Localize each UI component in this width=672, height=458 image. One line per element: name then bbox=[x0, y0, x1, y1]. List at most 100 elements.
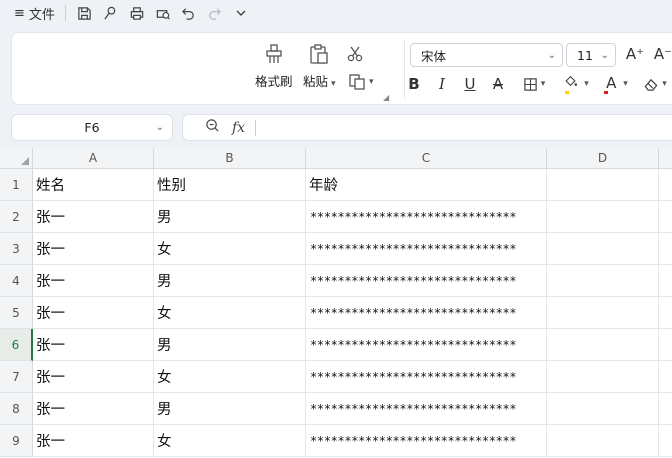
formula-bar: fx bbox=[182, 114, 672, 141]
column-header[interactable]: B bbox=[154, 148, 306, 169]
table-cell[interactable]: 张一 bbox=[33, 393, 154, 425]
column-header[interactable] bbox=[659, 148, 672, 169]
copy-icon bbox=[349, 74, 365, 90]
borders-button[interactable]: ▾ bbox=[517, 73, 551, 95]
table-cell[interactable]: ****************************** bbox=[306, 265, 547, 297]
row-header[interactable]: 1 bbox=[0, 169, 33, 201]
table-cell[interactable]: ****************************** bbox=[306, 201, 547, 233]
zoom-icon[interactable] bbox=[205, 118, 220, 137]
table-cell[interactable]: 张一 bbox=[33, 329, 154, 361]
underline-button[interactable]: U bbox=[460, 73, 480, 95]
table-cell[interactable] bbox=[547, 297, 659, 329]
cut-icon[interactable] bbox=[346, 45, 364, 63]
clear-button[interactable]: ▾ bbox=[638, 73, 672, 95]
italic-button[interactable]: I bbox=[432, 73, 452, 95]
formula-input[interactable] bbox=[256, 115, 672, 140]
table-cell[interactable]: ****************************** bbox=[306, 425, 547, 457]
strikethrough-button[interactable]: A bbox=[488, 73, 508, 95]
fill-color-button[interactable]: ▾ bbox=[559, 73, 593, 95]
table-cell[interactable] bbox=[659, 233, 672, 265]
font-name-select[interactable]: 宋体 ⌄ bbox=[410, 43, 563, 67]
italic-icon: I bbox=[439, 75, 445, 93]
table-cell[interactable] bbox=[547, 329, 659, 361]
row-header[interactable]: 4 bbox=[0, 265, 33, 297]
table-cell[interactable]: 性别 bbox=[154, 169, 306, 201]
table-cell[interactable]: 男 bbox=[154, 201, 306, 233]
row-header[interactable]: 5 bbox=[0, 297, 33, 329]
font-color-button[interactable]: A ▾ bbox=[598, 73, 632, 95]
row-header[interactable]: 6 bbox=[0, 329, 33, 361]
row-header[interactable]: 2 bbox=[0, 201, 33, 233]
file-menu-button[interactable]: ≡ 文件 bbox=[14, 2, 55, 24]
decrease-font-size-button[interactable]: A⁻ bbox=[650, 43, 672, 65]
table-cell[interactable] bbox=[547, 265, 659, 297]
table-cell[interactable]: 张一 bbox=[33, 425, 154, 457]
table-cell[interactable] bbox=[547, 361, 659, 393]
table-cell[interactable] bbox=[659, 425, 672, 457]
table-cell[interactable] bbox=[659, 169, 672, 201]
table-cell[interactable]: 张一 bbox=[33, 201, 154, 233]
export-pdf-icon[interactable] bbox=[98, 2, 124, 24]
row-header[interactable]: 7 bbox=[0, 361, 33, 393]
print-icon[interactable] bbox=[124, 2, 150, 24]
column-header[interactable]: C bbox=[306, 148, 547, 169]
table-cell[interactable] bbox=[659, 297, 672, 329]
print-preview-icon[interactable] bbox=[150, 2, 176, 24]
more-chevron-icon[interactable] bbox=[228, 2, 254, 24]
bold-button[interactable]: B bbox=[404, 73, 424, 95]
table-cell[interactable]: ****************************** bbox=[306, 361, 547, 393]
save-icon[interactable] bbox=[72, 2, 98, 24]
table-cell[interactable]: 男 bbox=[154, 329, 306, 361]
row-header[interactable]: 9 bbox=[0, 425, 33, 457]
increase-font-size-button[interactable]: A⁺ bbox=[622, 43, 648, 65]
row-header[interactable]: 8 bbox=[0, 393, 33, 425]
paste-label: 粘贴 ▾ bbox=[303, 74, 336, 89]
name-box[interactable]: F6 ⌄ bbox=[11, 114, 173, 141]
table-cell[interactable]: 张一 bbox=[33, 361, 154, 393]
bold-icon: B bbox=[408, 75, 420, 93]
ribbon-panel: 格式刷 粘贴 ▾ ▾ ◢ 宋体 ⌄ 11 ⌄ A⁺ A⁻ B I U A ▾ ▾… bbox=[11, 32, 672, 105]
table-cell[interactable]: 女 bbox=[154, 297, 306, 329]
copy-button[interactable]: ▾ bbox=[348, 73, 374, 91]
table-cell[interactable]: 女 bbox=[154, 361, 306, 393]
select-all-corner[interactable] bbox=[0, 148, 33, 169]
table-cell[interactable]: 男 bbox=[154, 393, 306, 425]
table-cell[interactable] bbox=[547, 201, 659, 233]
table-cell[interactable] bbox=[659, 201, 672, 233]
table-cell[interactable]: ****************************** bbox=[306, 393, 547, 425]
table-cell[interactable]: 女 bbox=[154, 233, 306, 265]
format-painter-button[interactable]: 格式刷 bbox=[255, 43, 293, 90]
column-header[interactable]: A bbox=[33, 148, 154, 169]
undo-icon[interactable] bbox=[176, 2, 202, 24]
row-header[interactable]: 3 bbox=[0, 233, 33, 265]
clipboard-dialog-launcher-icon[interactable]: ◢ bbox=[383, 93, 389, 102]
table-cell[interactable]: ****************************** bbox=[306, 233, 547, 265]
table-cell[interactable]: 姓名 bbox=[33, 169, 154, 201]
table-cell[interactable]: ****************************** bbox=[306, 329, 547, 361]
table-cell[interactable] bbox=[547, 169, 659, 201]
redo-icon[interactable] bbox=[202, 2, 228, 24]
table-cell[interactable]: 张一 bbox=[33, 265, 154, 297]
font-size-select[interactable]: 11 ⌄ bbox=[566, 43, 616, 67]
chevron-down-icon: ⌄ bbox=[600, 49, 609, 61]
font-color-icon: A bbox=[606, 74, 617, 92]
paste-button[interactable]: 粘贴 ▾ bbox=[303, 43, 336, 90]
chevron-down-icon: ⌄ bbox=[547, 49, 556, 61]
table-cell[interactable]: 年龄 bbox=[306, 169, 547, 201]
table-cell[interactable]: 张一 bbox=[33, 233, 154, 265]
table-cell[interactable] bbox=[659, 265, 672, 297]
table-cell[interactable] bbox=[547, 425, 659, 457]
table-cell[interactable]: ****************************** bbox=[306, 297, 547, 329]
table-cell[interactable] bbox=[547, 393, 659, 425]
increase-font-icon: A⁺ bbox=[625, 45, 645, 63]
table-cell[interactable]: 女 bbox=[154, 425, 306, 457]
table-cell[interactable] bbox=[547, 233, 659, 265]
table-cell[interactable]: 张一 bbox=[33, 297, 154, 329]
insert-function-icon[interactable]: fx bbox=[232, 120, 245, 136]
eraser-icon bbox=[644, 78, 658, 91]
column-header[interactable]: D bbox=[547, 148, 659, 169]
table-cell[interactable] bbox=[659, 393, 672, 425]
table-cell[interactable]: 男 bbox=[154, 265, 306, 297]
table-cell[interactable] bbox=[659, 329, 672, 361]
table-cell[interactable] bbox=[659, 361, 672, 393]
